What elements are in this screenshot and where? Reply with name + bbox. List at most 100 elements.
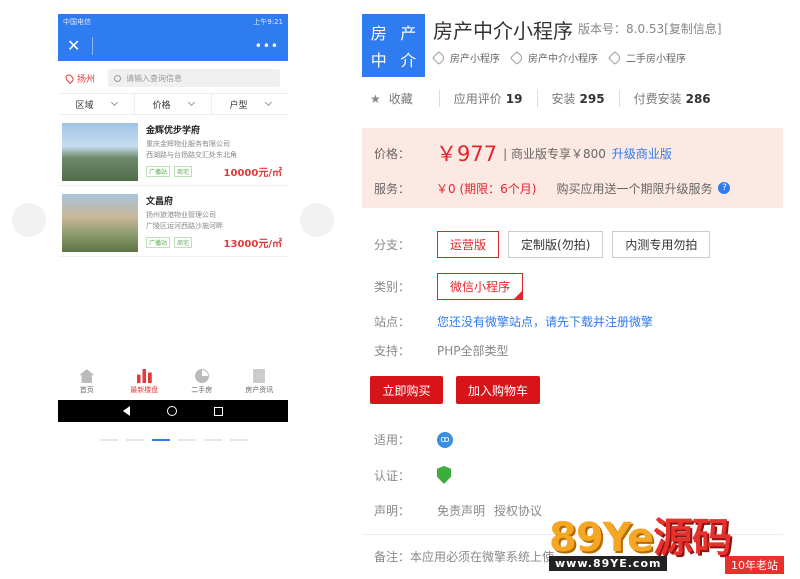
statement-row: 声明： 免责声明 授权协议	[374, 502, 542, 519]
list-item[interactable]: 金辉优步学府 重庆金辉物业服务有限公司 西湖路与台扬路交汇处东北角 广播站 商宅…	[58, 115, 288, 186]
site-watermark: 89Ye源码 www.89YE.com 10年老站	[545, 505, 800, 579]
version-text[interactable]: 版本号：8.0.53[复制信息]	[578, 20, 722, 37]
branch-row: 分支： 运营版 定制版(勿拍) 内测专用勿拍	[374, 231, 719, 258]
type-option-wechat[interactable]: 微信小程序	[437, 273, 524, 300]
property-title: 文昌府	[146, 197, 174, 207]
license-link[interactable]: 授权协议	[494, 502, 542, 519]
filter-label: 户型	[229, 100, 248, 111]
disclaimer-link[interactable]: 免责声明	[437, 502, 485, 519]
product-tags: 房产小程序 房产中介小程序 二手房小程序	[431, 50, 698, 65]
indicator-dot[interactable]	[178, 439, 196, 441]
carousel-prev-button[interactable]	[12, 203, 46, 237]
logo-char: 介	[400, 51, 417, 71]
tag-icon	[509, 50, 525, 65]
carousel-indicator	[100, 439, 256, 441]
city-selector[interactable]: 扬州	[63, 72, 108, 85]
tag-link[interactable]: 房产小程序	[431, 50, 500, 65]
tab-second-hand[interactable]: 二手房	[173, 369, 231, 399]
filter-layout[interactable]: 户型	[212, 94, 288, 114]
tag-icon	[431, 50, 447, 65]
applies-label: 适用：	[374, 433, 411, 447]
property-title: 金辉优步学府	[146, 126, 201, 136]
chevron-down-icon	[110, 98, 118, 107]
add-to-cart-button[interactable]: 加入购物车	[456, 376, 540, 404]
price-label: 价格：	[374, 146, 411, 161]
upgrade-link[interactable]: 升级商业版	[612, 145, 672, 162]
search-input[interactable]: 请输入查询信息	[108, 69, 280, 87]
bottom-tab-bar: 首页 最新楼盘 二手房 房产资讯	[58, 369, 288, 399]
phone-preview: 中国电信 上午9:21 ✕ ••• 扬州 请输入查询信息 区域 价格 户型 金辉…	[58, 14, 288, 422]
site-label: 站点：	[374, 315, 411, 329]
indicator-dot-active[interactable]	[152, 439, 170, 441]
tab-label: 首页	[79, 386, 94, 394]
filter-area[interactable]: 区域	[58, 94, 135, 114]
tab-home[interactable]: 首页	[58, 369, 116, 399]
stat-reviews[interactable]: 应用评价 19	[438, 90, 537, 107]
close-icon[interactable]: ✕	[67, 37, 80, 54]
watermark-brand: 89Ye	[549, 515, 654, 561]
logo-char: 中	[370, 51, 387, 71]
recents-icon[interactable]	[214, 406, 224, 416]
commercial-price: | 商业版专享￥800	[503, 146, 606, 161]
buy-now-button[interactable]: 立即购买	[370, 376, 443, 404]
tab-new-properties[interactable]: 最新楼盘	[116, 369, 174, 399]
support-row: 支持： PHP全部类型	[374, 342, 509, 359]
tag-link[interactable]: 房产中介小程序	[509, 50, 598, 65]
location-pin-icon	[63, 72, 76, 84]
property-company: 重庆金辉物业服务有限公司	[146, 140, 230, 148]
service-label: 服务：	[374, 181, 411, 196]
home-circle-icon[interactable]	[166, 406, 177, 416]
cert-label: 认证：	[374, 468, 411, 483]
star-icon: ★	[370, 91, 381, 106]
filter-bar: 区域 价格 户型	[58, 93, 288, 115]
pie-chart-icon	[194, 369, 209, 383]
carrier-text: 中国电信	[63, 18, 91, 26]
branch-option-custom[interactable]: 定制版(勿拍)	[508, 231, 604, 258]
price-panel: 价格： ￥977 | 商业版专享￥800 升级商业版 服务： ￥0 (期限：6个…	[362, 128, 783, 208]
site-row: 站点： 您还没有微擎站点，请先下载并注册微擎	[374, 313, 653, 330]
stat-paid-installs: 付费安装 286	[618, 90, 725, 107]
search-placeholder: 请输入查询信息	[126, 73, 182, 83]
property-tag: 商宅	[174, 237, 193, 248]
divider	[92, 36, 94, 55]
type-label: 类别：	[374, 280, 411, 294]
filter-price[interactable]: 价格	[135, 94, 212, 114]
help-icon[interactable]: ?	[718, 182, 731, 194]
product-stats: ★ 收藏 应用评价 19 安装 295 付费安装 286	[370, 90, 725, 107]
tab-news[interactable]: 房产资讯	[231, 369, 289, 399]
watermark-url: www.89YE.com	[549, 556, 668, 571]
carousel-next-button[interactable]	[300, 203, 334, 237]
support-value: PHP全部类型	[437, 344, 509, 358]
tag-icon	[607, 50, 623, 65]
favorite-button[interactable]: ★ 收藏	[370, 90, 413, 107]
city-label: 扬州	[77, 74, 96, 85]
tag-label: 房产小程序	[450, 54, 500, 65]
indicator-dot[interactable]	[230, 439, 248, 441]
register-site-link[interactable]: 您还没有微擎站点，请先下载并注册微擎	[437, 313, 653, 330]
type-row: 类别： 微信小程序	[374, 273, 532, 300]
service-note: 购买应用送一个期限升级服务	[556, 181, 713, 196]
logo-char: 产	[400, 23, 417, 43]
stat-label: 应用评价	[453, 92, 502, 106]
branch-option-beta[interactable]: 内测专用勿拍	[612, 231, 711, 258]
logo-char: 房	[370, 23, 387, 43]
tab-label: 二手房	[191, 386, 213, 394]
branch-option-operational[interactable]: 运营版	[437, 231, 500, 258]
indicator-dot[interactable]	[100, 439, 118, 441]
home-icon	[79, 369, 95, 383]
more-icon[interactable]: •••	[255, 39, 279, 53]
back-icon[interactable]	[122, 406, 130, 416]
support-label: 支持：	[374, 344, 411, 358]
tab-label: 房产资讯	[245, 386, 274, 394]
tag-label: 二手房小程序	[626, 54, 686, 65]
favorite-label: 收藏	[388, 92, 413, 106]
tag-link[interactable]: 二手房小程序	[607, 50, 686, 65]
stat-value: 286	[685, 92, 711, 106]
property-tag: 广播站	[146, 166, 171, 177]
list-item[interactable]: 文昌府 扬州旅港物业管理公司 广陵区运河西路沙施河畔 广播站 商宅 13000元…	[58, 186, 288, 257]
watermark-tag: 10年老站	[725, 556, 784, 574]
tag-label: 房产中介小程序	[528, 54, 598, 65]
property-price: 10000元/㎡	[223, 168, 282, 179]
indicator-dot[interactable]	[126, 439, 144, 441]
indicator-dot[interactable]	[204, 439, 222, 441]
